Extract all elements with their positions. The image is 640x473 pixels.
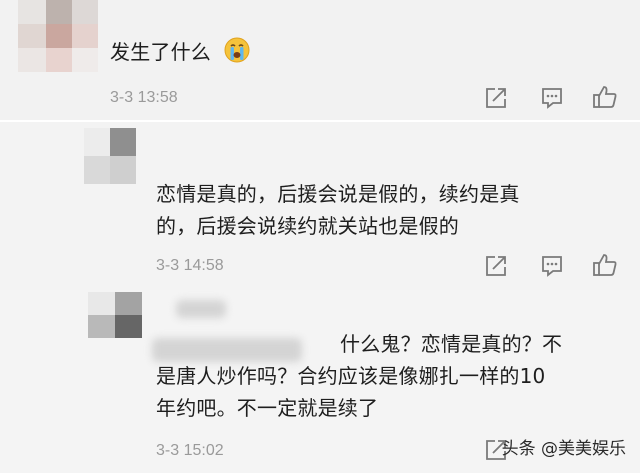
reply-text-line: 恋情是真的，后援会说是假的，续约是真	[156, 182, 520, 206]
avatar[interactable]	[88, 292, 142, 338]
comment-text-line: 发生了什么	[110, 40, 211, 64]
reply-text-line: 是唐人炒作吗？合约应该是像娜扎一样的10	[156, 364, 546, 388]
redacted-name	[176, 300, 226, 318]
share-button[interactable]	[484, 254, 510, 280]
reply-timestamp: 3-3 14:58	[156, 257, 224, 274]
comment-text: 发生了什么	[110, 36, 250, 72]
thumbs-up-icon	[593, 254, 617, 276]
crying-face-icon	[224, 37, 250, 72]
comment-button[interactable]	[540, 254, 566, 280]
reply-text-line: 的，后援会说续约就关站也是假的	[156, 214, 459, 238]
redacted-name	[152, 338, 302, 362]
reply-text-line: 什么鬼？恋情是真的？不	[340, 332, 563, 356]
comment-icon	[542, 256, 562, 277]
reply-text: 什么鬼？恋情是真的？不	[340, 328, 562, 360]
avatar[interactable]	[84, 128, 136, 184]
watermark-text: 头条 @美美娱乐	[501, 439, 626, 459]
share-icon	[486, 88, 506, 108]
reply-text-line: 年约吧。不一定就是续了	[156, 396, 379, 420]
comment-timestamp: 3-3 13:58	[110, 89, 178, 106]
avatar[interactable]	[18, 0, 98, 72]
share-icon	[486, 256, 506, 276]
comment-button[interactable]	[540, 86, 566, 112]
reply-timestamp: 3-3 15:02	[156, 442, 224, 459]
share-button[interactable]	[484, 86, 510, 112]
reply-text: 是唐人炒作吗？合约应该是像娜扎一样的10 年约吧。不一定就是续了	[156, 360, 545, 424]
like-button[interactable]	[592, 252, 618, 278]
thumbs-up-icon	[593, 86, 617, 108]
comment-icon	[542, 88, 562, 109]
watermark: 头条 @美美娱乐	[502, 434, 626, 459]
like-button[interactable]	[592, 84, 618, 110]
reply-text: 恋情是真的，后援会说是假的，续约是真 的，后援会说续约就关站也是假的	[156, 178, 520, 242]
